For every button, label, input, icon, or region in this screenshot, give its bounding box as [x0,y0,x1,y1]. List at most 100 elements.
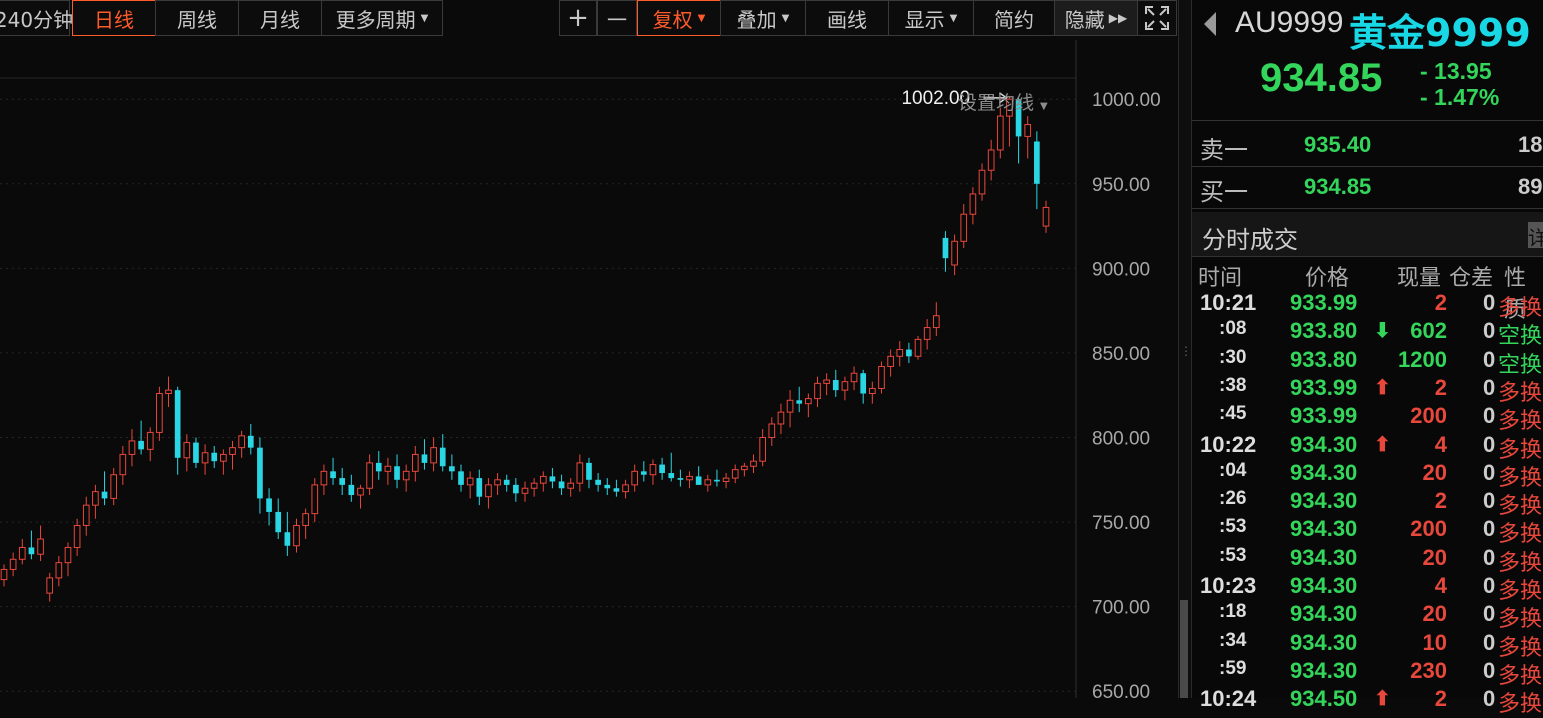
candle-body-down [1034,141,1040,184]
draw-line-label: 画线 [827,7,867,32]
more-periods-label: 更多周期 [335,7,416,32]
candle-body-up [896,349,904,357]
quote-panel: AU9999 黄金9999 934.85 - 13.95 - 1.47% 卖一 … [1192,0,1543,717]
candle-body-up [814,382,821,400]
overlay-dropdown[interactable]: 叠加 ▼ [720,0,806,36]
candle-body-up [238,435,245,449]
tick-nature: 多换 [1498,296,1543,321]
candle-body-down [247,435,254,448]
candle-body-down [138,440,144,450]
tick-oi-change: 0 [1483,516,1496,542]
candle-body-up [1042,206,1050,227]
period-240min-button[interactable]: 240分钟 [0,0,74,36]
candle-body-up [868,387,876,395]
candle-body-up [411,453,419,472]
tick-nature: 多换 [1498,437,1543,463]
adjust-dropdown[interactable]: 复权 ▼ [637,0,721,36]
tick-nature: 多换 [1498,522,1543,548]
expand-icon [1145,6,1169,30]
candle-body-up [357,487,364,496]
candle-body-up [156,393,163,433]
tick-volume: 2 [1434,686,1447,712]
tick-time: 10:23 [1200,573,1257,598]
col-oi-change: 仓差 [1449,266,1494,291]
fullscreen-button[interactable] [1137,0,1177,36]
candle-body-down [174,390,181,458]
period-weekly-label: 周线 [177,7,217,32]
caret-down-icon: ▼ [781,12,790,24]
tick-time: :38 [1219,374,1247,396]
tick-nature: 多换 [1498,635,1543,661]
candle-body-down [513,484,519,494]
candlestick-chart[interactable]: 1000.00 950.00 900.00 850.00 800.00 750.00 700… [0,40,1178,698]
zoom-in-button[interactable]: + [559,0,597,36]
candle-body-up [768,423,776,439]
tick-oi-change: 0 [1483,601,1496,627]
tick-row: :08 933.80 602 0 空换 ⬇ [1192,318,1543,349]
hide-panel-label: 隐藏 [1064,7,1105,32]
tick-oi-change: 0 [1483,573,1496,598]
candle-body-down [330,471,336,479]
price-change: - 13.95 - 1.47% [1420,58,1499,110]
y-tick-label: 800.00 [1092,429,1150,450]
tick-row: :53 934.30 20 0 多换 [1192,544,1543,576]
candle-body-up [777,411,785,425]
candle-body-up [0,568,8,581]
period-weekly-button[interactable]: 周线 [155,0,239,36]
y-tick-label: 650.00 [1092,682,1150,698]
tick-nature: 空换 [1498,352,1543,378]
candle-body-up [494,479,501,486]
caret-down-icon: ▼ [420,12,429,24]
quote-header: AU9999 黄金9999 934.85 - 13.95 - 1.47% [1192,0,1543,121]
tick-time: 10:24 [1200,686,1257,712]
tick-oi-change: 0 [1483,290,1496,315]
more-periods-dropdown[interactable]: 更多周期 ▼ [321,0,443,36]
candle-body-down [421,454,428,463]
tick-time: 10:21 [1200,290,1257,315]
tick-oi-change: 0 [1483,686,1496,712]
candle-body-down [101,491,108,499]
candle-body-down [906,349,912,357]
last-price: 934.85 [1260,56,1383,100]
ma-setting-dropdown[interactable]: 设置均线 ▼ [958,88,1048,115]
candle-body-up [759,437,766,462]
tick-row: :04 934.30 20 0 多换 [1192,460,1543,491]
candle-body-down [860,373,867,394]
period-daily-button[interactable]: 日线 [72,0,156,36]
candle-body-up [704,479,712,486]
candle-body-down [375,462,382,472]
tick-volume: 2 [1434,488,1447,514]
detail-button[interactable]: 详 [1528,222,1543,250]
hide-panel-button[interactable]: 隐藏 ▶▶ [1054,0,1138,36]
display-label: 显示 [904,7,945,32]
candle-body-up [923,327,931,340]
candle-body-up [539,475,547,484]
candle-body-up [750,460,757,467]
tick-nature: 多换 [1498,409,1543,435]
tick-row: 10:24 934.50 2 0 多换 ⬆ [1192,686,1543,717]
zoom-out-button[interactable]: 一 [597,0,637,36]
period-240min-label: 240分钟 [0,7,74,32]
y-tick-label: 1000.00 [1092,90,1161,111]
draw-line-button[interactable]: 画线 [805,0,889,36]
candle-body-up [466,477,474,486]
candle-body-up [311,484,319,515]
ma-setting-label: 设置均线 [958,92,1035,114]
ask-row: 卖一 935.40 18 [1192,124,1543,167]
tick-nature: 多换 [1498,607,1543,633]
candle-body-down [284,532,291,546]
back-arrow-icon[interactable] [1204,12,1216,36]
tick-volume: 20 [1422,544,1447,570]
period-monthly-button[interactable]: 月线 [238,0,322,36]
scrollbar-thumb[interactable] [1180,600,1188,698]
candle-body-up [384,465,392,472]
display-dropdown[interactable]: 显示 ▼ [888,0,974,36]
tick-volume: 1200 [1398,346,1447,372]
candle-body-up [951,240,958,266]
bid-label: 买一 [1200,178,1248,206]
kline-chart-panel[interactable]: 1000.00 950.00 900.00 850.00 800.00 750.00 700… [0,40,1178,698]
simple-mode-button[interactable]: 简约 [973,0,1055,36]
simple-mode-label: 简约 [994,7,1034,32]
candle-body-up [786,399,794,413]
tick-oi-change: 0 [1483,403,1496,429]
